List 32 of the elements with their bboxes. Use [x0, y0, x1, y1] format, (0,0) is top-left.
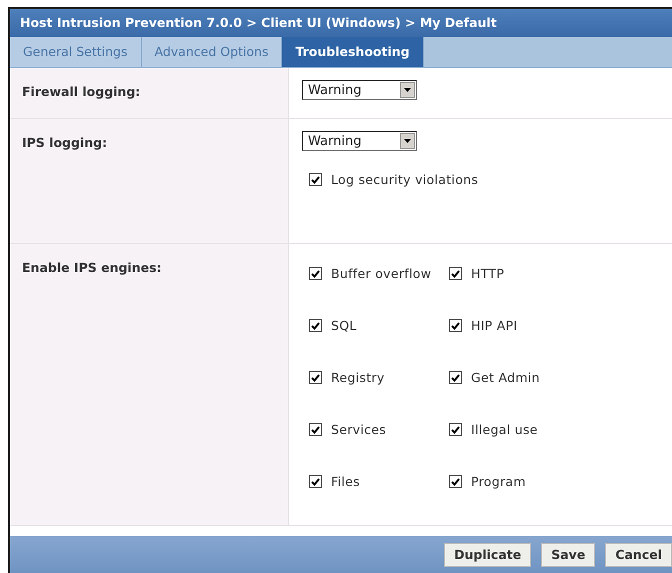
dropdown[interactable]: Warning [302, 80, 417, 100]
checkbox[interactable] [309, 423, 322, 436]
checkbox[interactable] [309, 475, 322, 488]
dropdown[interactable]: Warning [302, 131, 417, 151]
checkbox-label: Files [331, 474, 360, 489]
window-title: Host Intrusion Prevention 7.0.0 > Client UI (Windows) > My Default [10, 9, 672, 37]
checkbox-label: Get Admin [471, 370, 540, 385]
checkbox[interactable] [449, 319, 462, 332]
checkbox[interactable] [449, 423, 462, 436]
checkbox[interactable] [309, 173, 322, 186]
checkbox-label: Registry [331, 370, 385, 385]
checkbox[interactable] [449, 475, 462, 488]
checkbox-label: Buffer overflow [331, 266, 432, 281]
setting-label: IPS logging: [22, 135, 108, 150]
action-button[interactable]: Cancel [605, 542, 672, 566]
checkbox-label: SQL [331, 318, 357, 333]
checkbox[interactable] [309, 319, 322, 332]
setting-label: Enable IPS engines: [22, 260, 162, 275]
checkbox-label: HIP API [471, 318, 518, 333]
checkbox[interactable] [449, 267, 462, 280]
tab[interactable]: Troubleshooting [282, 37, 424, 67]
setting-label: Firewall logging: [22, 84, 140, 99]
checkbox-label: HTTP [471, 266, 504, 281]
action-button[interactable]: Duplicate [444, 542, 532, 566]
checkbox[interactable] [449, 371, 462, 384]
checkbox-label: Illegal use [471, 422, 538, 437]
checkbox-label: Services [331, 422, 386, 437]
checkbox[interactable] [309, 267, 322, 280]
checkbox[interactable] [309, 371, 322, 384]
checkbox-label: Program [471, 474, 526, 489]
checkbox-label: Log security violations [331, 172, 478, 187]
action-button[interactable]: Save [541, 542, 596, 566]
